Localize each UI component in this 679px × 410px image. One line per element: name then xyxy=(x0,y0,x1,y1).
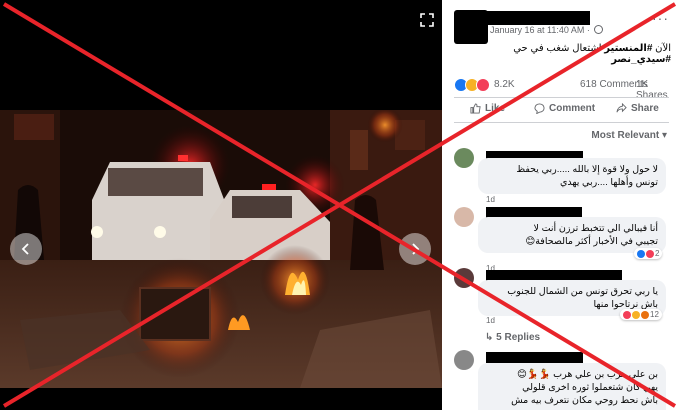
like-icon xyxy=(470,103,481,114)
chevron-left-icon xyxy=(21,243,29,255)
comment-reaction-count: 2 xyxy=(655,249,660,258)
comment-text-line: أنا فيبالي الي تتخبط ترزن أنت لا xyxy=(533,223,658,234)
commenter-avatar[interactable] xyxy=(454,268,474,288)
comment-sort-label: Most Relevant xyxy=(591,130,660,141)
post-caption-prefix: الآن xyxy=(652,43,671,54)
post-date-text: January 16 at 11:40 AM xyxy=(490,25,585,35)
divider xyxy=(454,97,669,98)
reaction-count[interactable]: 8.2K xyxy=(494,79,515,90)
commenter-avatar[interactable] xyxy=(454,350,474,370)
reply-arrow-icon: ↳ xyxy=(485,332,494,343)
like-reaction-icon xyxy=(637,249,645,258)
more-options-button[interactable]: ··· xyxy=(652,10,669,26)
post-actions: Like Comment Share xyxy=(454,102,672,120)
comment-button[interactable]: Comment xyxy=(534,103,595,114)
redacted-page-name xyxy=(484,11,590,25)
post-panel: January 16 at 11:40 AM · ··· الآن #المنس… xyxy=(442,0,679,410)
post-date-separator: · xyxy=(586,25,590,35)
comment-reaction-count: 12 xyxy=(650,310,659,319)
chevron-right-icon xyxy=(412,243,420,255)
comment-text-line: لا حول ولا قوة إلا بالله .....ربي يحفظ xyxy=(516,164,658,175)
comment-reactions[interactable]: 2 xyxy=(634,248,663,259)
previous-photo-button[interactable] xyxy=(10,233,42,265)
chevron-down-icon: ▾ xyxy=(661,130,667,141)
comment-bubble: بن علي هرب بن علي هرب 💃💃😊 يهي كان شتعملو… xyxy=(478,363,666,410)
next-photo-button[interactable] xyxy=(399,233,431,265)
hashtag-link-1[interactable]: #المنستير xyxy=(604,43,652,54)
haha-reaction-icon xyxy=(632,310,640,319)
like-button[interactable]: Like xyxy=(470,103,505,114)
comment-time[interactable]: 1d xyxy=(486,316,495,325)
globe-icon xyxy=(594,25,604,34)
comment-reactions[interactable]: 12 xyxy=(620,309,662,320)
love-reaction-icon xyxy=(646,249,654,258)
love-reaction-icon xyxy=(623,310,631,319)
post-timestamp[interactable]: January 16 at 11:40 AM · xyxy=(490,25,604,35)
comment-text-line: تجيبي في الأخبار أكثر مالصحافة😊 xyxy=(525,236,658,247)
angry-reaction-icon xyxy=(641,310,649,319)
replies-label: 5 Replies xyxy=(496,332,541,343)
post-photo xyxy=(0,110,442,388)
photo-viewer xyxy=(0,0,442,410)
comment-icon xyxy=(534,103,545,114)
comment-label: Comment xyxy=(549,103,596,114)
comment-text-line: بن علي هرب بن علي هرب 💃💃😊 xyxy=(516,369,658,380)
comment-sort-dropdown[interactable]: Most Relevant ▾ xyxy=(591,130,667,141)
commenter-avatar[interactable] xyxy=(454,207,474,227)
comment-text-line: يا ربي تحرق تونس من الشمال للجنوب xyxy=(507,286,658,297)
hashtag-link-2[interactable]: #سيدي_نصر xyxy=(611,54,671,65)
comment-text-line: تونس وأهلها ....ربي يهدي xyxy=(559,177,658,188)
like-label: Like xyxy=(485,103,506,114)
engagement-stats: 8.2K 618 Comments 1K Shares xyxy=(454,78,672,101)
expand-icon[interactable] xyxy=(419,12,435,28)
share-label: Share xyxy=(631,103,659,114)
view-replies-link[interactable]: ↳ 5 Replies xyxy=(485,332,540,343)
comment-time[interactable]: 1d xyxy=(486,195,495,204)
post-caption: الآن #المنستير اشتعال شغب في حي #سيدي_نص… xyxy=(451,43,671,65)
comment-bubble: لا حول ولا قوة إلا بالله .....ربي يحفظ ت… xyxy=(478,158,666,194)
page-avatar[interactable] xyxy=(454,10,488,44)
post-caption-middle: اشتعال شغب في حي xyxy=(513,43,605,54)
comment-text-line: باش نحط روحي مكان نتعرف بيه مش xyxy=(511,395,658,406)
divider xyxy=(454,122,669,123)
love-reaction-icon xyxy=(476,78,490,92)
redacted-commenter-name xyxy=(486,352,583,363)
commenter-avatar[interactable] xyxy=(454,148,474,168)
share-icon xyxy=(616,103,627,113)
reaction-icons[interactable] xyxy=(454,78,490,92)
share-button[interactable]: Share xyxy=(616,103,659,114)
comment-text-line: يهي كان شتعملوا ثوره اخرى قلولي xyxy=(522,382,658,393)
